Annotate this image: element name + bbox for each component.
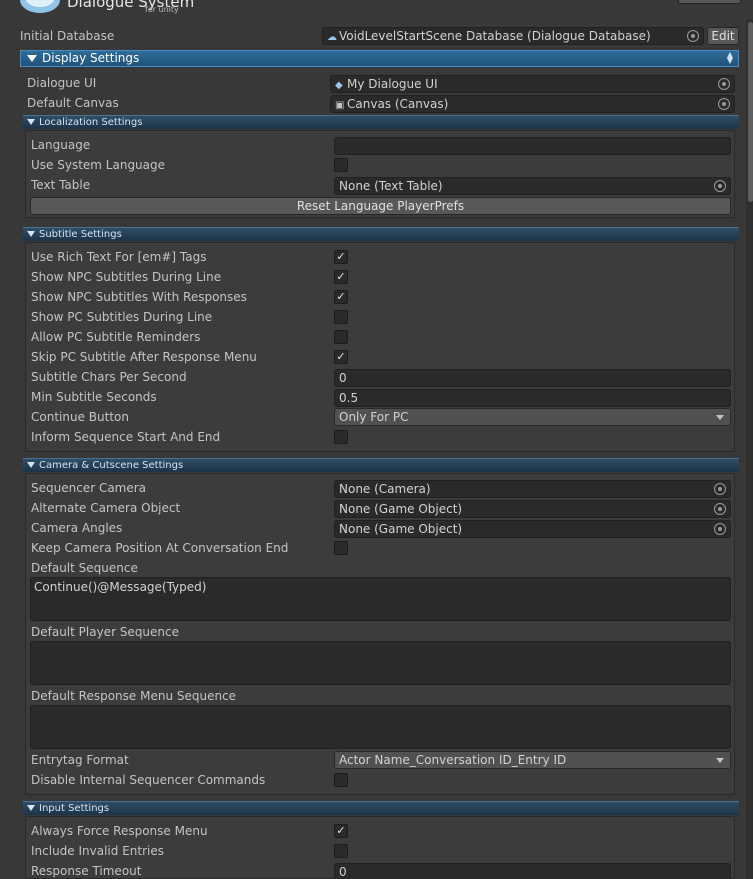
default-player-sequence-textarea[interactable] xyxy=(30,641,731,685)
dialogue-ui-field[interactable]: ◆ My Dialogue UI xyxy=(330,75,735,93)
pc-reminders-checkbox[interactable] xyxy=(334,330,348,344)
initial-database-field[interactable]: ☁ VoidLevelStartScene Database (Dialogue … xyxy=(322,27,704,45)
chars-per-second-label: Subtitle Chars Per Second xyxy=(31,370,187,384)
object-picker-icon[interactable] xyxy=(714,180,726,192)
object-picker-icon[interactable] xyxy=(718,98,730,110)
entrytag-format-label: Entrytag Format xyxy=(31,753,129,767)
response-timeout-label: Response Timeout xyxy=(31,864,142,878)
continue-button-dropdown[interactable]: Only For PC xyxy=(334,408,731,426)
prefab-icon: ◆ xyxy=(335,80,343,91)
alternate-camera-label: Alternate Camera Object xyxy=(31,501,181,515)
keep-camera-position-label: Keep Camera Position At Conversation End xyxy=(31,541,289,555)
inspector-header: Dialogue System for unity xyxy=(0,0,753,20)
default-response-menu-sequence-textarea[interactable] xyxy=(30,705,731,749)
text-table-field[interactable]: None (Text Table) xyxy=(334,177,731,195)
edit-database-button[interactable]: Edit xyxy=(707,27,739,45)
camera-settings-header[interactable]: Camera & Cutscene Settings xyxy=(23,458,739,472)
subtitle-option-label: Skip PC Subtitle After Response Menu xyxy=(31,350,257,364)
foldout-arrow-icon xyxy=(27,119,35,125)
include-invalid-entries-label: Include Invalid Entries xyxy=(31,844,164,858)
dropdown-arrow-icon xyxy=(716,758,724,763)
default-canvas-field[interactable]: ▣ Canvas (Canvas) xyxy=(330,95,735,113)
min-subtitle-seconds-field[interactable]: 0.5 xyxy=(334,389,731,407)
dialogue-ui-label: Dialogue UI xyxy=(27,76,97,90)
npc-during-line-checkbox[interactable]: ✓ xyxy=(334,270,348,284)
initial-database-label: Initial Database xyxy=(20,29,115,43)
scrollbar-thumb[interactable] xyxy=(748,22,753,202)
use-system-language-checkbox[interactable] xyxy=(334,158,348,172)
database-icon: ☁ xyxy=(327,32,337,43)
default-response-menu-sequence-label: Default Response Menu Sequence xyxy=(31,689,237,703)
dropdown-arrow-icon xyxy=(716,415,724,420)
subtitle-option-label: Use Rich Text For [em#] Tags xyxy=(31,250,207,264)
header-button[interactable] xyxy=(678,0,741,4)
always-force-response-label: Always Force Response Menu xyxy=(31,824,208,838)
default-canvas-label: Default Canvas xyxy=(27,96,119,110)
sequencer-camera-field[interactable]: None (Camera) xyxy=(334,480,731,498)
include-invalid-entries-checkbox[interactable] xyxy=(334,844,348,858)
foldout-arrow-icon xyxy=(27,805,35,811)
subtitle-option-label: Show NPC Subtitles With Responses xyxy=(31,290,247,304)
localization-settings-header[interactable]: Localization Settings xyxy=(23,115,739,129)
default-sequence-textarea[interactable]: Continue()@Message(Typed) xyxy=(30,577,731,621)
chars-per-second-field[interactable]: 0 xyxy=(334,369,731,387)
object-picker-icon[interactable] xyxy=(718,78,730,90)
inform-sequence-checkbox[interactable] xyxy=(334,430,348,444)
dialogue-system-logo-icon xyxy=(20,0,60,13)
rich-text-checkbox[interactable]: ✓ xyxy=(334,250,348,264)
default-sequence-label: Default Sequence xyxy=(31,561,138,575)
always-force-response-checkbox[interactable]: ✓ xyxy=(334,824,348,838)
alternate-camera-field[interactable]: None (Game Object) xyxy=(334,500,731,518)
inform-sequence-label: Inform Sequence Start And End xyxy=(31,430,221,444)
npc-with-responses-checkbox[interactable]: ✓ xyxy=(334,290,348,304)
reorder-icon[interactable]: ▲ ▼ xyxy=(727,51,733,65)
skip-pc-subtitle-checkbox[interactable]: ✓ xyxy=(334,350,348,364)
canvas-icon: ▣ xyxy=(335,100,345,111)
disable-internal-commands-label: Disable Internal Sequencer Commands xyxy=(31,773,266,787)
camera-angles-field[interactable]: None (Game Object) xyxy=(334,520,731,538)
object-picker-icon[interactable] xyxy=(714,483,726,495)
disable-internal-commands-checkbox[interactable] xyxy=(334,773,348,787)
keep-camera-position-checkbox[interactable] xyxy=(334,541,348,555)
text-table-label: Text Table xyxy=(31,178,91,192)
pc-during-line-checkbox[interactable] xyxy=(334,310,348,324)
language-label: Language xyxy=(31,138,91,152)
object-picker-icon[interactable] xyxy=(714,523,726,535)
foldout-arrow-icon xyxy=(27,231,35,237)
subtitle-option-label: Show NPC Subtitles During Line xyxy=(31,270,222,284)
continue-button-label: Continue Button xyxy=(31,410,129,424)
foldout-arrow-icon xyxy=(27,462,35,468)
min-subtitle-seconds-label: Min Subtitle Seconds xyxy=(31,390,157,404)
logo-subtitle: for unity xyxy=(145,5,179,14)
entrytag-format-dropdown[interactable]: Actor Name_Conversation ID_Entry ID xyxy=(334,751,731,769)
use-system-language-label: Use System Language xyxy=(31,158,166,172)
display-settings-header[interactable]: Display Settings ▲ ▼ xyxy=(20,50,739,67)
language-field[interactable] xyxy=(334,137,731,155)
object-picker-icon[interactable] xyxy=(687,30,699,42)
response-timeout-field[interactable]: 0 xyxy=(334,863,731,879)
input-settings-header[interactable]: Input Settings xyxy=(23,801,739,815)
reset-language-button[interactable]: Reset Language PlayerPrefs xyxy=(30,197,731,215)
camera-angles-label: Camera Angles xyxy=(31,521,123,535)
subtitle-option-label: Show PC Subtitles During Line xyxy=(31,310,213,324)
foldout-arrow-icon xyxy=(27,55,37,62)
subtitle-option-label: Allow PC Subtitle Reminders xyxy=(31,330,201,344)
default-player-sequence-label: Default Player Sequence xyxy=(31,625,180,639)
sequencer-camera-label: Sequencer Camera xyxy=(31,481,147,495)
object-picker-icon[interactable] xyxy=(714,503,726,515)
subtitle-settings-header[interactable]: Subtitle Settings xyxy=(23,227,739,241)
